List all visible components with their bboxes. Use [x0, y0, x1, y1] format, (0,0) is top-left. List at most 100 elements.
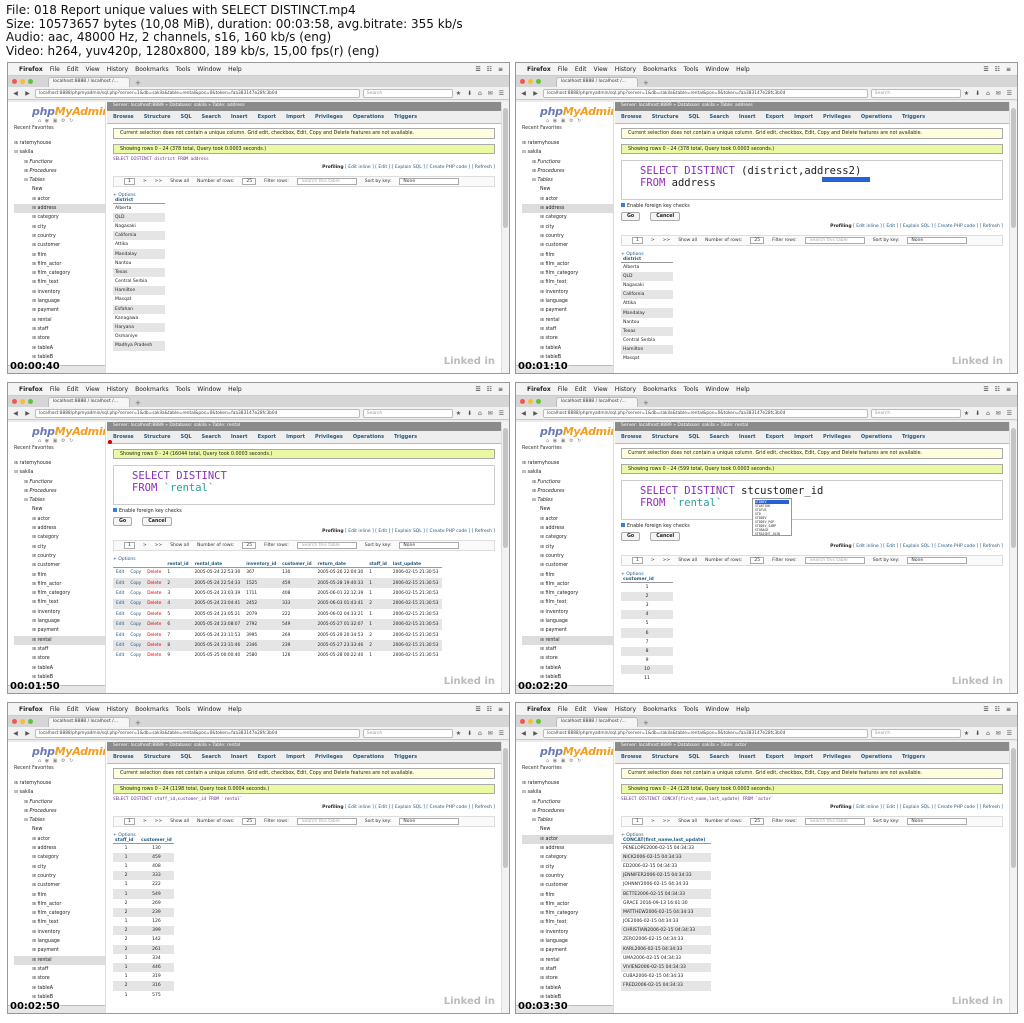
tree-table-customer[interactable]: ⊞ customer	[14, 881, 105, 890]
tree-table-payment[interactable]: ⊞ payment	[14, 306, 105, 315]
tree-table-film_text[interactable]: ⊞ film_text	[522, 918, 613, 927]
menu-window[interactable]: Window	[705, 706, 729, 713]
scroll-thumb[interactable]	[1011, 748, 1016, 868]
tab-sql[interactable]: SQL	[689, 754, 700, 760]
menu-bookmarks[interactable]: Bookmarks	[135, 66, 169, 73]
tree-table-country[interactable]: ⊞ country	[522, 872, 613, 881]
tree-db-ratemyhouse[interactable]: ⊞ ratemyhouse	[522, 779, 613, 788]
tree-table-film[interactable]: ⊞ film	[522, 251, 613, 260]
recent-link[interactable]: Recent	[14, 126, 31, 131]
pma-logo[interactable]: phpMyAdmin	[516, 742, 613, 758]
checkbox-icon[interactable]	[113, 508, 117, 512]
query-links[interactable]: [ Edit inline ] [ Edit ] [ Explain SQL ]…	[345, 529, 495, 534]
tree-table-store[interactable]: ⊞ store	[14, 974, 105, 983]
menu-bookmarks[interactable]: Bookmarks	[643, 66, 677, 73]
new-tab-icon[interactable]: +	[643, 719, 649, 727]
menu-edit[interactable]: Edit	[575, 66, 587, 73]
tree-functions[interactable]: ⊞ Functions	[14, 158, 105, 167]
tab-import[interactable]: Import	[794, 754, 813, 760]
tree-table-inventory[interactable]: ⊞ inventory	[522, 288, 613, 297]
tree-db-sakila[interactable]: ⊟ sakila	[522, 468, 613, 477]
tree-table-staff[interactable]: ⊞ staff	[14, 645, 105, 654]
profiling-checkbox[interactable]: Profiling	[830, 224, 851, 229]
edit-link[interactable]: Edit	[113, 629, 128, 641]
browser-tab[interactable]: localhost:8888 / localhost /...	[48, 397, 130, 407]
tree-table-category[interactable]: ⊞ category	[522, 533, 613, 542]
tree-tables[interactable]: ⊟ Tables	[522, 496, 613, 505]
tree-functions[interactable]: ⊞ Functions	[522, 158, 613, 167]
tree-table-actor[interactable]: ⊞ actor	[522, 834, 613, 845]
sort-select[interactable]: None	[399, 178, 460, 185]
tree-table-language[interactable]: ⊞ language	[14, 937, 105, 946]
show-all-checkbox[interactable]: Show all	[170, 819, 189, 824]
tab-privileges[interactable]: Privileges	[315, 434, 343, 440]
tree-table-rental[interactable]: ⊞ rental	[522, 635, 613, 645]
minimize-window-icon[interactable]	[20, 79, 25, 84]
tab-structure[interactable]: Structure	[144, 434, 171, 440]
tab-sql[interactable]: SQL	[181, 114, 192, 120]
maximize-window-icon[interactable]	[536, 399, 541, 404]
tab-privileges[interactable]: Privileges	[315, 754, 343, 760]
menu-help[interactable]: Help	[228, 66, 242, 73]
tab-operations[interactable]: Operations	[353, 114, 384, 120]
back-icon[interactable]: ◀	[11, 90, 20, 97]
show-all-checkbox[interactable]: Show all	[170, 543, 189, 548]
browser-tab[interactable]: localhost:8888 / localhost /...	[556, 77, 638, 87]
tree-table-customer[interactable]: ⊞ customer	[522, 561, 613, 570]
tab-operations[interactable]: Operations	[861, 754, 892, 760]
profiling-links[interactable]: Profiling [ Edit inline ] [ Edit ] [ Exp…	[621, 544, 1003, 549]
browser-search-input[interactable]: Search	[362, 88, 453, 98]
edit-link[interactable]: Edit	[113, 619, 128, 630]
tab-browse[interactable]: Browse	[113, 434, 134, 440]
tree-table-film_text[interactable]: ⊞ film_text	[14, 598, 105, 607]
menu-file[interactable]: File	[50, 386, 60, 393]
delete-link[interactable]: Delete	[144, 598, 165, 610]
menu-help[interactable]: Help	[228, 706, 242, 713]
profiling-links[interactable]: Profiling [ Edit inline ] [ Edit ] [ Exp…	[621, 805, 1003, 810]
tab-search[interactable]: Search	[202, 114, 221, 120]
tree-table-film_actor[interactable]: ⊞ film_actor	[522, 260, 613, 269]
menu-edit[interactable]: Edit	[67, 386, 79, 393]
tree-table-address[interactable]: ⊞ address	[522, 524, 613, 533]
scroll-thumb[interactable]	[503, 748, 508, 868]
maximize-window-icon[interactable]	[536, 719, 541, 724]
tree-table-address[interactable]: ⊞ address	[14, 844, 105, 853]
tree-table-staff[interactable]: ⊞ staff	[522, 965, 613, 974]
menu-window[interactable]: Window	[705, 66, 729, 73]
menu-app[interactable]: Firefox	[19, 706, 43, 713]
tree-table-address[interactable]: ⊞ address	[522, 204, 613, 214]
forward-icon[interactable]: ▶	[23, 730, 32, 737]
recent-link[interactable]: Recent	[522, 126, 539, 131]
tab-search[interactable]: Search	[710, 754, 729, 760]
scrollbar[interactable]	[1009, 422, 1017, 693]
edit-link[interactable]: Edit	[113, 588, 128, 599]
menu-edit[interactable]: Edit	[575, 386, 587, 393]
tab-privileges[interactable]: Privileges	[823, 434, 851, 440]
pma-logo[interactable]: phpMyAdmin	[8, 422, 105, 438]
tab-insert[interactable]: Insert	[231, 754, 248, 760]
tab-sql[interactable]: SQL	[181, 754, 192, 760]
tab-insert[interactable]: Insert	[739, 754, 756, 760]
fk-checkbox[interactable]: Enable foreign key checks	[621, 523, 1003, 529]
delete-link[interactable]: Delete	[144, 629, 165, 641]
profiling-links[interactable]: Profiling [ Edit inline ] [ Edit ] [ Exp…	[113, 529, 495, 534]
column-header[interactable]: CONCAT(first_name,last_update)	[621, 838, 711, 844]
tab-export[interactable]: Export	[766, 114, 785, 120]
filter-input[interactable]: Search this table	[296, 542, 357, 549]
menu-view[interactable]: View	[593, 66, 607, 73]
tree-table-actor[interactable]: ⊞ actor	[14, 195, 105, 204]
filter-input[interactable]: Search this table	[804, 237, 865, 244]
tree-tables[interactable]: ⊟ Tables	[14, 496, 105, 505]
tree-table-language[interactable]: ⊞ language	[522, 937, 613, 946]
favorites-link[interactable]: Favorites	[540, 446, 562, 451]
checkbox-icon[interactable]	[621, 203, 625, 207]
tab-search[interactable]: Search	[710, 114, 729, 120]
autocomplete-list[interactable]: STDDEV STARTING STATUS STD STDDEV STDDEV_POP S…	[752, 498, 792, 536]
tree-table-city[interactable]: ⊞ city	[14, 863, 105, 872]
tab-privileges[interactable]: Privileges	[823, 114, 851, 120]
tree-table-country[interactable]: ⊞ country	[14, 232, 105, 241]
browser-tab[interactable]: localhost:8888 / localhost /...	[556, 717, 638, 727]
tab-browse[interactable]: Browse	[113, 754, 134, 760]
menu-file[interactable]: File	[558, 386, 568, 393]
maximize-window-icon[interactable]	[28, 399, 33, 404]
